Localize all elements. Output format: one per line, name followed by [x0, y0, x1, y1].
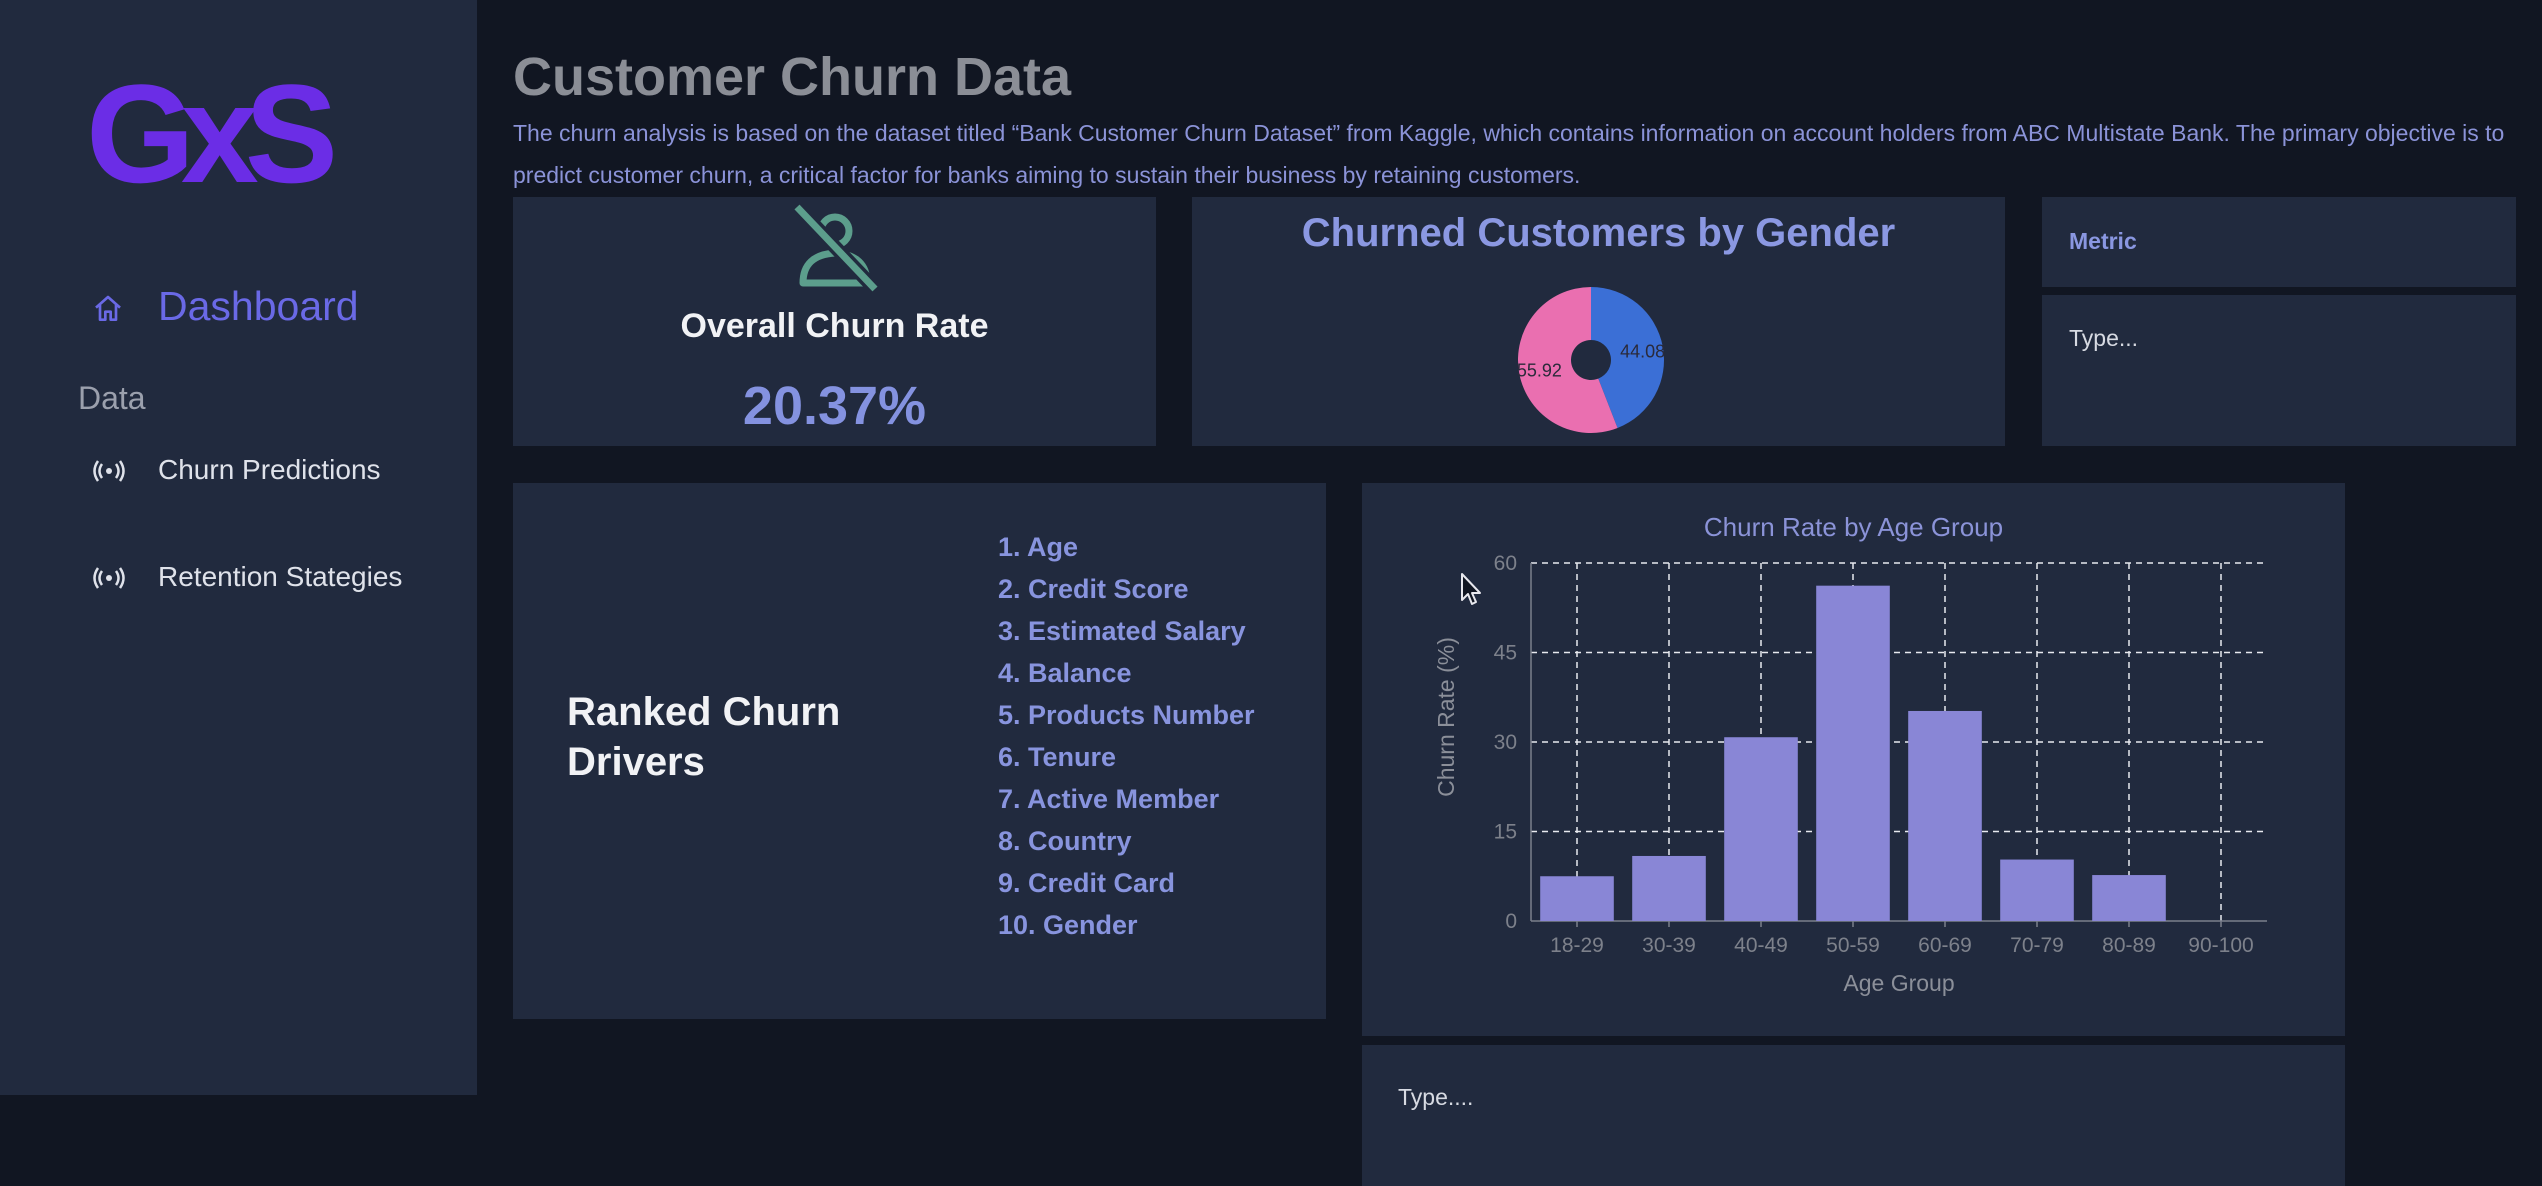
- y-axis-label: Churn Rate (%): [1433, 637, 1459, 797]
- y-tick-label: 15: [1494, 821, 1517, 844]
- pie-slice-label: 44.08: [1620, 341, 1665, 361]
- drivers-list: 1. Age 2. Credit Score 3. Estimated Salary…: [998, 530, 1298, 950]
- bar: [1816, 585, 1890, 921]
- y-tick-label: 45: [1494, 642, 1517, 665]
- sidebar-section-data: Data: [78, 380, 146, 416]
- x-tick-label: 30-39: [1642, 934, 1696, 957]
- x-axis-label: Age Group: [1843, 970, 1954, 996]
- gender-pie-card: Churned Customers by Gender 44.08 55.92: [1192, 197, 2005, 446]
- driver-item: 10. Gender: [998, 910, 1138, 940]
- x-tick-label: 80-89: [2102, 934, 2156, 957]
- metric-label: Metric: [2069, 228, 2137, 254]
- page-title: Customer Churn Data: [513, 47, 1072, 107]
- bar: [1724, 737, 1798, 921]
- driver-item: 9. Credit Card: [998, 868, 1176, 898]
- driver-item: 2. Credit Score: [998, 574, 1189, 604]
- x-tick-label: 40-49: [1734, 934, 1788, 957]
- broadcast-icon[interactable]: [92, 459, 126, 483]
- kpi-card: Overall Churn Rate 20.37%: [513, 197, 1156, 446]
- gender-pie-chart: 44.08 55.92: [1517, 287, 1665, 433]
- kpi-label: Overall Churn Rate: [680, 307, 989, 345]
- x-tick-label: 18-29: [1550, 934, 1604, 957]
- driver-item: 5. Products Number: [998, 700, 1255, 730]
- logo[interactable]: GxS: [86, 72, 376, 192]
- cursor-icon: [1461, 573, 1481, 605]
- bar: [1632, 855, 1706, 921]
- sidebar-item-retention-strategies[interactable]: Retention Stategies: [158, 561, 402, 593]
- sidebar-item-churn-predictions[interactable]: Churn Predictions: [158, 454, 381, 486]
- x-tick-label: 60-69: [1918, 934, 1972, 957]
- driver-item: 3. Estimated Salary: [998, 616, 1246, 646]
- pie-title: Churned Customers by Gender: [1301, 211, 1896, 255]
- page-description: The churn analysis is based on the datas…: [513, 120, 2505, 188]
- broadcast-icon[interactable]: [92, 566, 126, 590]
- home-icon[interactable]: [92, 293, 124, 325]
- bar: [1908, 710, 1982, 921]
- age-chart-card: Churn Rate by Age Group 0 15 30 45 60 18-29 30…: [1362, 483, 2345, 1036]
- churn-drivers-card: Ranked Churn Drivers 1. Age 2. Credit Sco…: [513, 483, 1326, 1019]
- bar: [2000, 859, 2074, 921]
- notes-card[interactable]: Type....: [1362, 1045, 2345, 1186]
- driver-item: 6. Tenure: [998, 742, 1117, 772]
- driver-item: 8. Country: [998, 826, 1132, 856]
- x-tick-label: 90-100: [2188, 934, 2253, 957]
- pie-slice-label: 55.92: [1517, 361, 1562, 381]
- y-tick-label: 0: [1505, 910, 1517, 933]
- driver-item: 7. Active Member: [998, 784, 1220, 814]
- x-tick-label: 70-79: [2010, 934, 2064, 957]
- bar: [2092, 875, 2166, 921]
- nav-dashboard[interactable]: Dashboard: [158, 283, 359, 330]
- y-tick-label: 60: [1494, 552, 1517, 575]
- x-tick-label: 50-59: [1826, 934, 1880, 957]
- age-bar-chart: 0 15 30 45 60 18-29 30-39 40-49 50-59 60-69 70-79 8…: [1433, 552, 2267, 996]
- y-tick-label: 30: [1494, 731, 1517, 754]
- user-slash-icon: [791, 203, 881, 293]
- svg-text:GxS: GxS: [86, 72, 333, 192]
- notes-input[interactable]: Type....: [1398, 1084, 1473, 1111]
- metric-card: Metric: [2042, 197, 2516, 287]
- driver-item: 1. Age: [998, 532, 1079, 562]
- metric-input[interactable]: Type...: [2069, 325, 2138, 352]
- bar: [1540, 876, 1614, 921]
- drivers-title: Ranked Churn Drivers: [567, 690, 841, 784]
- metric-input-card[interactable]: Type...: [2042, 295, 2516, 446]
- kpi-value: 20.37%: [742, 376, 927, 436]
- driver-item: 4. Balance: [998, 658, 1132, 688]
